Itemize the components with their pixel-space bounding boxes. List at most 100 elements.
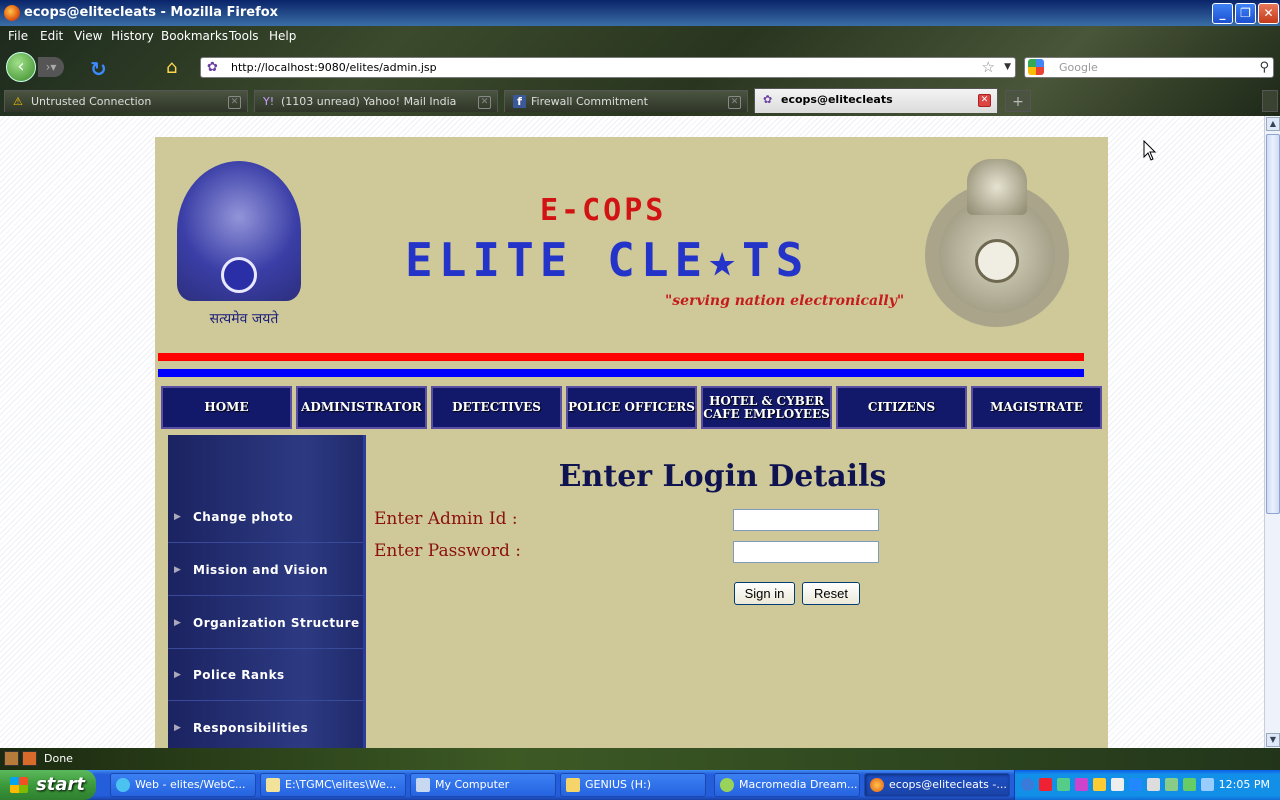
sidebar-item-change-photo[interactable]: ▶ Change photo [168, 491, 363, 543]
national-emblem: सत्यमेव जयते [169, 161, 309, 331]
list-all-tabs-button[interactable] [1262, 90, 1278, 112]
dreamweaver-icon [720, 778, 734, 792]
ashoka-chakra-icon [221, 257, 257, 293]
sidebar-item-label: Mission and Vision [193, 563, 329, 577]
home-icon[interactable]: ⌂ [166, 57, 177, 78]
tab-label: Untrusted Connection [31, 95, 152, 108]
blue-divider [158, 369, 1084, 377]
url-dropdown-icon[interactable]: ▼ [1004, 58, 1011, 77]
taskbar-item-label: Macromedia Dream... [739, 778, 858, 791]
nav-citizens[interactable]: CITIZENS [836, 386, 967, 429]
sidebar-item-responsibilities[interactable]: ▶ Responsibilities [168, 702, 363, 748]
sign-in-button[interactable]: Sign in [734, 582, 795, 605]
site-identity-icon[interactable]: ✿ [207, 60, 218, 75]
menu-file[interactable]: File [8, 29, 28, 43]
tray-app-icon[interactable] [1075, 778, 1088, 791]
tab-untrusted-connection[interactable]: ⚠ Untrusted Connection ✕ [4, 90, 248, 112]
minimize-button[interactable]: _ [1212, 3, 1233, 24]
menu-help[interactable]: Help [269, 29, 296, 43]
mouse-cursor-icon [1143, 140, 1157, 161]
addon-icon[interactable] [22, 751, 37, 766]
tray-app-icon[interactable] [1039, 778, 1052, 791]
arrow-right-icon: ▶ [174, 565, 182, 575]
tab-close-icon[interactable]: ✕ [228, 96, 241, 109]
nav-detectives[interactable]: DETECTIVES [431, 386, 562, 429]
reload-icon[interactable]: ↻ [90, 57, 107, 81]
sidebar-item-police-ranks[interactable]: ▶ Police Ranks [168, 649, 363, 701]
tab-firewall-commitment[interactable]: f Firewall Commitment ✕ [504, 90, 748, 112]
tab-yahoo-mail[interactable]: Y! (1103 unread) Yahoo! Mail India ✕ [254, 90, 498, 112]
bookmark-star-icon[interactable]: ☆ [982, 58, 995, 77]
window-title-bar[interactable]: ecops@elitecleats - Mozilla Firefox _ ❐ … [0, 0, 1280, 26]
password-input[interactable] [733, 541, 879, 563]
tray-app-icon[interactable] [1147, 778, 1160, 791]
search-bar[interactable]: Google ⚲ [1024, 57, 1274, 78]
search-placeholder: Google [1059, 61, 1098, 74]
nav-magistrate[interactable]: MAGISTRATE [971, 386, 1102, 429]
nav-administrator[interactable]: ADMINISTRATOR [296, 386, 427, 429]
emblem-motto: सत्यमेव जयते [209, 311, 279, 327]
notepad-icon [266, 778, 280, 792]
menu-tools[interactable]: Tools [229, 29, 259, 43]
menu-history[interactable]: History [111, 29, 154, 43]
reset-button[interactable]: Reset [802, 582, 860, 605]
bluetooth-icon[interactable] [1129, 778, 1142, 791]
admin-id-label: Enter Admin Id : [374, 509, 518, 529]
scroll-down-icon[interactable]: ▼ [1266, 733, 1280, 747]
tab-ecops[interactable]: ✿ ecops@elitecleats ✕ [754, 88, 998, 113]
tray-app-icon[interactable] [1111, 778, 1124, 791]
tray-expand-icon[interactable] [1021, 778, 1034, 791]
tab-close-icon[interactable]: ✕ [728, 96, 741, 109]
tray-app-icon[interactable] [1093, 778, 1106, 791]
arrow-right-icon: ▶ [174, 723, 182, 733]
menu-edit[interactable]: Edit [40, 29, 63, 43]
scroll-up-icon[interactable]: ▲ [1266, 117, 1280, 131]
taskbar-item-label: ecops@elitecleats -... [889, 778, 1007, 791]
sidebar: ▶ Change photo ▶ Mission and Vision ▶ Or… [168, 435, 366, 748]
signal-icon[interactable] [1183, 778, 1196, 791]
nav-hotel-cyber-cafe[interactable]: HOTEL & CYBER CAFE EMPLOYEES [701, 386, 832, 429]
back-button[interactable]: ‹ [6, 52, 36, 82]
logo-ecops: E-COPS [540, 193, 667, 228]
taskbar-item[interactable]: Macromedia Dream... [714, 773, 860, 797]
taskbar-item[interactable]: E:\TGMC\elites\We... [260, 773, 406, 797]
clock[interactable]: 12:05 PM [1219, 770, 1270, 800]
taskbar-item[interactable]: Web - elites/WebC... [110, 773, 256, 797]
window-title: ecops@elitecleats - Mozilla Firefox [24, 5, 279, 20]
tab-label: ecops@elitecleats [781, 93, 893, 106]
vertical-scrollbar[interactable]: ▲ ▼ [1264, 116, 1280, 748]
tray-app-icon[interactable] [1165, 778, 1178, 791]
taskbar-item-active[interactable]: ecops@elitecleats -... [864, 773, 1010, 797]
browser-icon [116, 778, 130, 792]
search-icon[interactable]: ⚲ [1259, 58, 1269, 77]
taskbar-item-label: Web - elites/WebC... [135, 778, 246, 791]
status-text: Done [44, 752, 73, 765]
maximize-button[interactable]: ❐ [1235, 3, 1256, 24]
taskbar-item[interactable]: GENIUS (H:) [560, 773, 706, 797]
new-tab-button[interactable]: + [1005, 90, 1031, 112]
close-button[interactable]: ✕ [1258, 3, 1279, 24]
tray-app-icon[interactable] [1201, 778, 1214, 791]
site-tagline: "serving nation electronically" [665, 293, 905, 309]
tab-label: (1103 unread) Yahoo! Mail India [281, 95, 457, 108]
addon-icon[interactable] [4, 751, 19, 766]
sidebar-item-organization-structure[interactable]: ▶ Organization Structure [168, 597, 363, 649]
url-bar[interactable]: ✿ http://localhost:9080/elites/admin.jsp… [200, 57, 1016, 78]
menu-bookmarks[interactable]: Bookmarks [161, 29, 228, 43]
google-icon[interactable] [1028, 59, 1044, 75]
nav-police-officers[interactable]: POLICE OFFICERS [566, 386, 697, 429]
menu-view[interactable]: View [74, 29, 102, 43]
forward-button[interactable]: ›▾ [38, 57, 64, 77]
taskbar-item[interactable]: My Computer [410, 773, 556, 797]
start-button[interactable]: start [0, 770, 96, 800]
windows-flag-icon [10, 777, 28, 793]
admin-id-input[interactable] [733, 509, 879, 531]
red-divider [158, 353, 1084, 361]
sidebar-item-mission-vision[interactable]: ▶ Mission and Vision [168, 544, 363, 596]
nav-home[interactable]: HOME [161, 386, 292, 429]
tab-close-icon[interactable]: ✕ [978, 94, 991, 107]
site-icon: ✿ [763, 93, 773, 106]
tray-app-icon[interactable] [1057, 778, 1070, 791]
scroll-thumb[interactable] [1266, 134, 1280, 514]
tab-close-icon[interactable]: ✕ [478, 96, 491, 109]
